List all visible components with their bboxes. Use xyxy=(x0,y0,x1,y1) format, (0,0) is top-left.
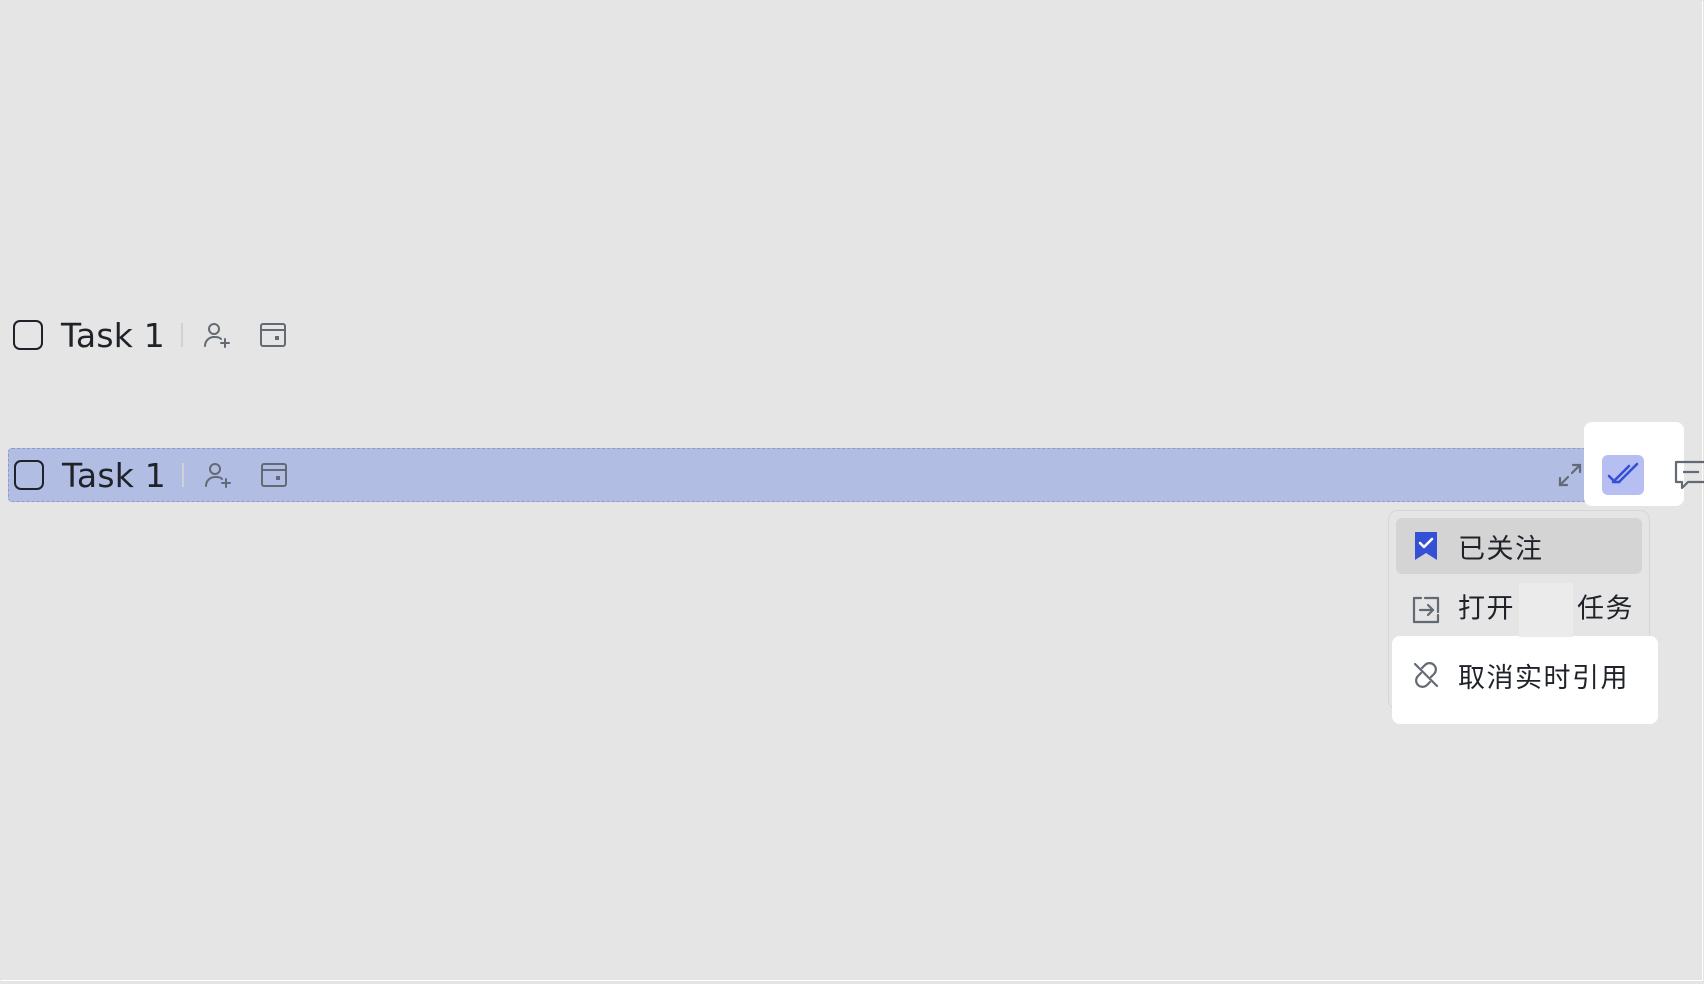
comment-icon[interactable] xyxy=(1672,452,1704,496)
menu-item-open-task[interactable]: 打开 任务 xyxy=(1396,582,1642,638)
menu-item-followed[interactable]: 已关注 xyxy=(1396,518,1642,574)
unlink-icon xyxy=(1410,659,1442,691)
task-row-selected[interactable]: Task 1 xyxy=(8,448,1656,502)
task-checkbox[interactable] xyxy=(14,460,44,490)
add-assignee-icon[interactable] xyxy=(198,455,238,495)
calendar-icon[interactable] xyxy=(254,455,294,495)
calendar-icon[interactable] xyxy=(253,315,293,355)
menu-item-unlink[interactable]: 取消实时引用 xyxy=(1396,646,1642,704)
bookmark-check-icon xyxy=(1410,530,1442,562)
title-divider xyxy=(181,463,184,487)
task-row[interactable]: Task 1 xyxy=(8,308,308,362)
title-divider xyxy=(180,323,183,347)
open-in-icon xyxy=(1410,594,1442,626)
expand-icon[interactable] xyxy=(1550,453,1590,497)
task-title[interactable]: Task 1 xyxy=(62,459,166,492)
task-title[interactable]: Task 1 xyxy=(61,319,165,352)
menu-item-label: 取消实时引用 xyxy=(1458,662,1629,694)
menu-item-label: 打开 任务 xyxy=(1458,583,1634,637)
add-assignee-icon[interactable] xyxy=(197,315,237,355)
task-checkbox[interactable] xyxy=(13,320,43,350)
track-task-icon[interactable] xyxy=(1602,455,1644,495)
menu-item-label: 已关注 xyxy=(1458,533,1544,565)
